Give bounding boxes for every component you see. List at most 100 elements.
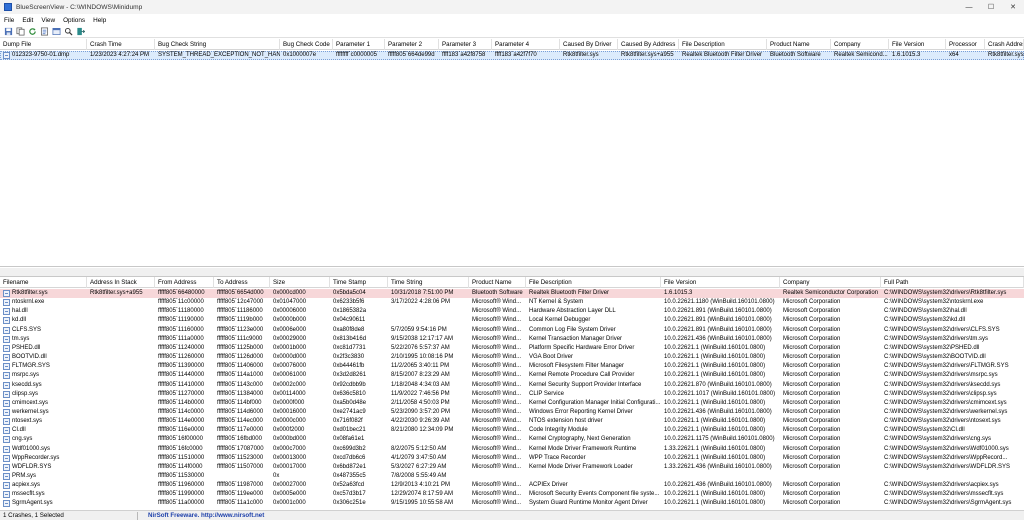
column-header-parameter-1[interactable]: Parameter 1	[333, 39, 385, 50]
cell-product-name: Microsoft® Wind...	[472, 335, 522, 342]
exit-button[interactable]	[75, 27, 85, 37]
find-button[interactable]	[63, 27, 73, 37]
minimize-button[interactable]: —	[958, 0, 980, 14]
cell-time-stamp: 0xcd7db6c6	[333, 454, 366, 461]
driver-row[interactable]: cmimcext.sys fffff805`114b0000 fffff805`11…	[0, 399, 1024, 408]
driver-list[interactable]: Filename Address In Stack From Address To A…	[0, 276, 1024, 509]
driver-row[interactable]: Wdf01000.sys fffff805`16fc0000 fffff805`17…	[0, 445, 1024, 454]
driver-row[interactable]: CI.dll fffff805`116e0000 fffff805`117e0000…	[0, 426, 1024, 435]
column-header-size[interactable]: Size	[270, 277, 330, 288]
menu-help[interactable]: Help	[89, 17, 110, 24]
cell-product-name: Bluetooth Software	[770, 52, 821, 58]
driver-row[interactable]: WDFLDR.SYS fffff805`114f0000 fffff805`1150…	[0, 463, 1024, 472]
html-report-button[interactable]	[51, 27, 61, 37]
column-header-bug-check-string[interactable]: Bug Check String	[155, 39, 280, 50]
cell-product-name: Microsoft® Wind...	[472, 381, 522, 388]
driver-row[interactable]: clipsp.sys fffff805`11270000 fffff805`1138…	[0, 390, 1024, 399]
column-header-time-stamp[interactable]: Time Stamp	[330, 277, 388, 288]
column-header-product-name[interactable]: Product Name	[767, 39, 831, 50]
driver-row[interactable]: ksecdd.sys fffff805`11410000 fffff805`1143…	[0, 381, 1024, 390]
cell-product-name: Microsoft® Wind...	[472, 390, 522, 397]
cell-file-description: Code Integrity Module	[529, 427, 588, 434]
status-credit-link[interactable]: NirSoft Freeware. http://www.nirsoft.net	[148, 511, 264, 520]
properties-button[interactable]	[39, 27, 49, 37]
driver-row[interactable]: kd.dll fffff805`11190000 fffff805`1119b000…	[0, 316, 1024, 325]
cell-time-stamp: 0x636c5810	[333, 390, 366, 397]
driver-row[interactable]: tm.sys fffff805`111a0000 fffff805`111c9000…	[0, 335, 1024, 344]
driver-row[interactable]: PRM.sys fffff805`11530000 0x 0x487355c5 7/8/…	[0, 472, 1024, 481]
driver-row[interactable]: ntoskrnl.exe fffff805`11c00000 fffff805`12…	[0, 298, 1024, 307]
cell-time-string: 2/11/2058 4:50:03 PM	[391, 399, 450, 406]
cell-address-in-stack	[87, 326, 155, 335]
column-header-file-description[interactable]: File Description	[679, 39, 767, 50]
cell-to-address: fffff805`1123e000	[217, 326, 264, 333]
cell-to-address: fffff805`12c47000	[217, 299, 264, 306]
column-header-dump-file[interactable]: Dump File	[0, 39, 87, 50]
column-header-company[interactable]: Company	[831, 39, 889, 50]
menu-view[interactable]: View	[37, 17, 59, 24]
cell-filename: kd.dll	[12, 317, 27, 324]
driver-row[interactable]: PSHED.dll fffff805`11240000 fffff805`1125b…	[0, 344, 1024, 353]
column-header-parameter-2[interactable]: Parameter 2	[385, 39, 439, 50]
driver-row[interactable]: FLTMGR.SYS fffff805`11390000 fffff805`1140…	[0, 362, 1024, 371]
close-button[interactable]: ✕	[1002, 0, 1024, 14]
cell-full-path: C:\WINDOWS\system32\drivers\mssecflt.sys	[884, 491, 1004, 498]
column-header-file-version[interactable]: File Version	[889, 39, 946, 50]
column-header-file-description[interactable]: File Description	[526, 277, 661, 288]
driver-row[interactable]: Rtk8tfilter.sys Rtk8tfilter.sys+a955 fffff…	[0, 289, 1024, 298]
column-header-file-version[interactable]: File Version	[661, 277, 780, 288]
column-header-parameter-3[interactable]: Parameter 3	[439, 39, 492, 50]
cell-from-address: fffff805`114c0000	[158, 408, 204, 415]
dump-row[interactable]: 012323-9750-01.dmp 1/23/2023 4:27:24 PM SY…	[0, 51, 1024, 60]
cell-time-string	[388, 435, 469, 444]
maximize-button[interactable]: ☐	[980, 0, 1002, 14]
driver-row[interactable]: acpiex.sys fffff805`11960000 fffff805`1198…	[0, 481, 1024, 490]
save-button[interactable]	[3, 27, 13, 37]
menu-options[interactable]: Options	[59, 17, 89, 24]
driver-row[interactable]: SgrmAgent.sys fffff805`11a00000 fffff805`1…	[0, 499, 1024, 508]
column-header-processor[interactable]: Processor	[946, 39, 985, 50]
column-header-to-address[interactable]: To Address	[214, 277, 270, 288]
column-header-crash-time[interactable]: Crash Time	[87, 39, 155, 50]
column-header-crash-address[interactable]: Crash Address	[985, 39, 1024, 50]
cell-full-path: C:\WINDOWS\system32\drivers\clipsp.sys	[884, 390, 997, 397]
column-header-company[interactable]: Company	[780, 277, 881, 288]
cell-full-path: C:\WINDOWS\system32\drivers\cmimcext.sys	[884, 399, 1007, 406]
driver-row[interactable]: CLFS.SYS fffff805`11160000 fffff805`1123e0…	[0, 326, 1024, 335]
column-header-full-path[interactable]: Full Path	[881, 277, 1024, 288]
column-header-caused-by-driver[interactable]: Caused By Driver	[560, 39, 618, 50]
driver-row[interactable]: werkernel.sys fffff805`114c0000 fffff805`1…	[0, 408, 1024, 417]
refresh-button[interactable]	[27, 27, 37, 37]
cell-time-stamp: 0x52a63fcd	[333, 482, 365, 489]
column-header-product-name[interactable]: Product Name	[469, 277, 526, 288]
menu-file[interactable]: File	[0, 17, 18, 24]
cell-address-in-stack	[87, 335, 155, 344]
cell-time-stamp: 0x716f082f	[333, 418, 363, 425]
cell-filename: PRM.sys	[12, 473, 36, 479]
driver-row[interactable]: BOOTVID.dll fffff805`11260000 fffff805`112…	[0, 353, 1024, 362]
column-header-from-address[interactable]: From Address	[155, 277, 214, 288]
driver-row[interactable]: ntosext.sys fffff805`114e0000 fffff805`114…	[0, 417, 1024, 426]
column-header-bug-check-code[interactable]: Bug Check Code	[280, 39, 333, 50]
cell-address-in-stack	[87, 417, 155, 426]
column-header-parameter-4[interactable]: Parameter 4	[492, 39, 560, 50]
driver-row[interactable]: cng.sys fffff805`16f00000 fffff805`16fbd00…	[0, 435, 1024, 444]
cell-crash-address: Rtk8tfilter.sys+	[988, 52, 1024, 58]
cell-time-stamp: 0x92cdbb9b	[333, 381, 366, 388]
cell-filename: FLTMGR.SYS	[12, 363, 50, 370]
cell-full-path: C:\WINDOWS\system32\drivers\CLFS.SYS	[884, 326, 1000, 333]
crash-dump-list[interactable]: Dump File Crash Time Bug Check String Bug C…	[0, 39, 1024, 267]
pane-splitter[interactable]	[0, 268, 1024, 276]
cell-size: 0x00013000	[273, 454, 307, 461]
column-header-address-in-stack[interactable]: Address In Stack	[87, 277, 155, 288]
driver-row[interactable]: mssecflt.sys fffff805`11990000 fffff805`11…	[0, 490, 1024, 499]
column-header-filename[interactable]: Filename	[0, 277, 87, 288]
menu-edit[interactable]: Edit	[18, 17, 37, 24]
column-header-time-string[interactable]: Time String	[388, 277, 469, 288]
cell-size: 0x0000c000	[273, 418, 306, 425]
driver-row[interactable]: WppRecorder.sys fffff805`11510000 fffff805…	[0, 454, 1024, 463]
driver-row[interactable]: hal.dll fffff805`11180000 fffff805`1118600…	[0, 307, 1024, 316]
driver-row[interactable]: msrpc.sys fffff805`11440000 fffff805`114a1…	[0, 371, 1024, 380]
column-header-caused-by-address[interactable]: Caused By Address	[618, 39, 679, 50]
copy-button[interactable]	[15, 27, 25, 37]
